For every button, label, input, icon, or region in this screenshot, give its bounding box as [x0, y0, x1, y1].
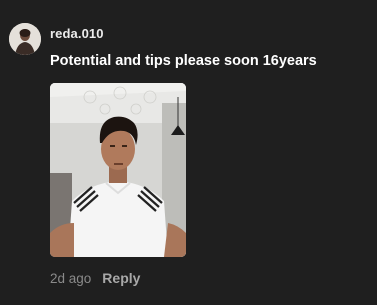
comment-item: reda.010 Potential and tips please soon … — [0, 0, 377, 305]
attached-photo[interactable] — [50, 83, 186, 257]
reply-button[interactable]: Reply — [102, 270, 140, 286]
timestamp: 2d ago — [50, 271, 92, 286]
comment-meta: 2d ago Reply — [50, 270, 140, 286]
username[interactable]: reda.010 — [50, 26, 104, 41]
avatar[interactable] — [9, 23, 41, 55]
selfie-image — [50, 83, 186, 257]
comment-text: Potential and tips please soon 16years — [50, 53, 317, 69]
avatar-image — [9, 23, 41, 55]
